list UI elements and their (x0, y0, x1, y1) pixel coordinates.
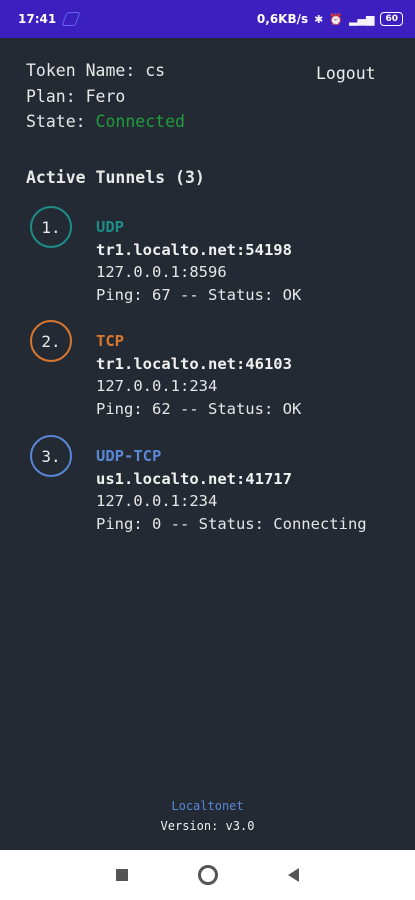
tunnel-status: Ping: 0 -- Status: Connecting (96, 514, 367, 533)
brand-name: Localtonet (171, 799, 244, 813)
tunnel-details: UDP tr1.localto.net:54198 127.0.0.1:8596… (96, 216, 301, 306)
battery-icon: 60 (380, 12, 403, 26)
tunnel-details: TCP tr1.localto.net:46103 127.0.0.1:234 … (96, 330, 301, 420)
tunnel-local-address: 127.0.0.1:8596 (96, 263, 227, 281)
network-speed: 0,6KB/s (256, 12, 309, 26)
tunnel-remote-address: tr1.localto.net:46103 (96, 354, 292, 373)
clock: 17:41 (18, 12, 57, 26)
bluetooth-icon: ✱ (314, 12, 324, 26)
tunnel-index-circle: 3. (30, 435, 72, 477)
state-value: Connected (95, 112, 185, 131)
tunnel-protocol: TCP (96, 332, 124, 350)
tunnel-protocol: UDP (96, 218, 124, 236)
back-button-icon[interactable] (288, 868, 299, 882)
tunnel-details: UDP-TCP us1.localto.net:41717 127.0.0.1:… (96, 445, 367, 535)
tunnel-remote-address: us1.localto.net:41717 (96, 469, 292, 488)
alarm-icon: ⏰ (329, 12, 344, 26)
home-button-icon[interactable] (198, 865, 218, 885)
tunnel-status: Ping: 67 -- Status: OK (96, 285, 302, 304)
signal-icon: ▂▄▆ (349, 12, 375, 26)
app-version: Version: v3.0 (160, 819, 255, 833)
tunnel-index-circle: 2. (30, 320, 72, 362)
navigation-bar (0, 850, 415, 900)
tunnel-remote-address: tr1.localto.net:54198 (96, 240, 292, 259)
battery-level: 60 (385, 14, 398, 24)
footer: Localtonet Version: v3.0 (0, 796, 415, 836)
status-bar: 17:41 0,6KB/s ✱ ⏰ ▂▄▆ 60 (0, 0, 415, 38)
logout-button[interactable]: Logout (316, 64, 376, 83)
active-tunnels-title: Active Tunnels (3) (26, 168, 205, 187)
account-info: Token Name: cs Plan: Fero State: Connect… (26, 58, 185, 135)
status-bar-right: 0,6KB/s ✱ ⏰ ▂▄▆ 60 (257, 12, 403, 26)
plan: Plan: Fero (26, 86, 126, 106)
tunnel-index-circle: 1. (30, 206, 72, 248)
tunnel-status: Ping: 62 -- Status: OK (96, 399, 302, 418)
state-label: State: (26, 112, 96, 131)
app-icon (61, 12, 81, 26)
status-bar-left: 17:41 (18, 12, 81, 26)
recents-button-icon[interactable] (116, 869, 128, 881)
tunnel-local-address: 127.0.0.1:234 (96, 377, 218, 395)
token-name: Token Name: cs (26, 61, 166, 80)
state: State: Connected (26, 109, 185, 135)
tunnel-local-address: 127.0.0.1:234 (96, 492, 218, 510)
tunnel-protocol: UDP-TCP (96, 447, 162, 465)
